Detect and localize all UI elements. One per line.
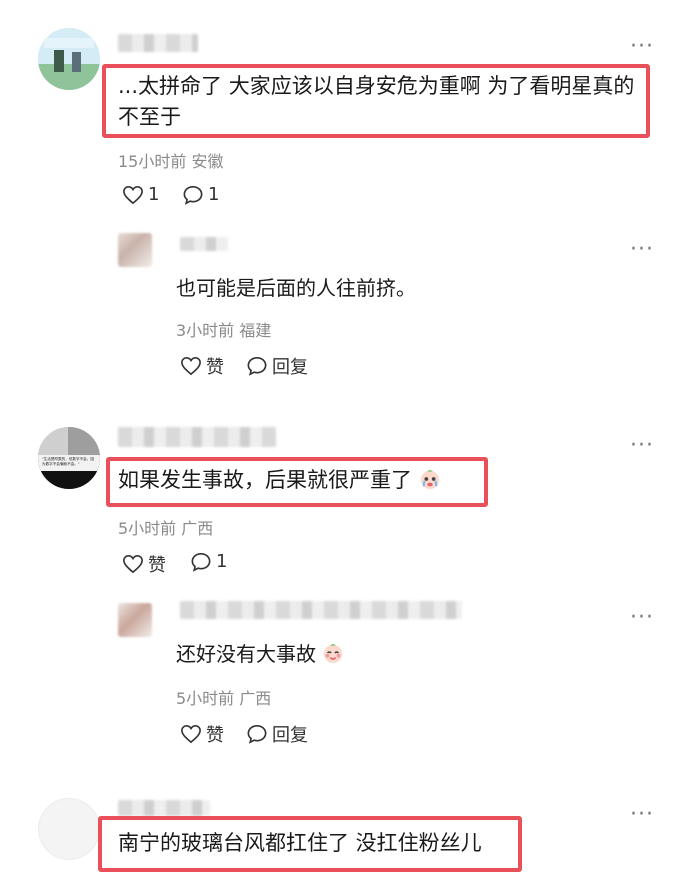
comment-meta: 5小时前 广西 [118, 519, 214, 538]
heart-icon [123, 185, 143, 204]
reply-label: 回复 [272, 357, 308, 378]
avatar[interactable] [118, 233, 152, 267]
comment-bubble-icon [247, 724, 267, 744]
reply-label: 回复 [272, 725, 308, 746]
avatar[interactable] [38, 28, 100, 90]
reply-button[interactable]: 回复 [246, 353, 308, 379]
heart-icon [181, 356, 201, 376]
reply-2: ··· 还好没有大事故 5小时前 广西 赞 回复 [0, 595, 681, 765]
like-button[interactable]: 赞 [180, 353, 224, 379]
comment-1: ··· ...太拼命了 大家应该以自身安危为重啊 为了看明星真的不至于 15小时… [0, 0, 681, 215]
avatar[interactable] [38, 798, 100, 860]
like-button[interactable]: 1 [122, 184, 159, 205]
reply-1: ··· 也可能是后面的人往前挤。 3小时前 福建 赞 回复 [0, 225, 681, 395]
more-options-icon[interactable]: ··· [630, 435, 654, 457]
username-blurred[interactable] [118, 34, 198, 52]
reply-button[interactable]: 1 [190, 551, 227, 572]
avatar-caption: "生活是附属的，但数字不会。因为数字不会骗我不会。" [42, 457, 94, 466]
more-options-icon[interactable]: ··· [630, 239, 654, 261]
avatar[interactable] [118, 603, 152, 637]
username-blurred[interactable] [118, 427, 276, 447]
like-button[interactable]: 赞 [180, 721, 224, 747]
more-options-icon[interactable]: ··· [630, 36, 654, 58]
comment-text-wrap: 如果发生事故，后果就很严重了 [118, 465, 441, 496]
username-blurred[interactable] [180, 237, 228, 251]
avatar[interactable]: "生活是附属的，但数字不会。因为数字不会骗我不会。" [38, 427, 100, 489]
more-options-icon[interactable]: ··· [630, 607, 654, 629]
username-blurred[interactable] [180, 601, 462, 619]
avatar-image [38, 28, 100, 90]
comment-text: ...太拼命了 大家应该以自身安危为重啊 为了看明星真的不至于 [118, 74, 635, 129]
reply-text: 也可能是后面的人往前挤。 [176, 276, 416, 300]
reply-meta: 3小时前 福建 [176, 321, 272, 340]
like-button[interactable]: 赞 [122, 551, 166, 577]
username-blurred[interactable] [118, 800, 210, 816]
reply-button[interactable]: 回复 [246, 721, 308, 747]
more-options-icon[interactable]: ··· [630, 804, 654, 826]
crying-face-emoji-icon [420, 469, 439, 490]
comment-bubble-icon [183, 185, 203, 205]
comment-bubble-icon [247, 356, 267, 376]
reply-count: 1 [216, 551, 228, 572]
blushing-face-emoji-icon [324, 643, 343, 664]
comment-bubble-icon [191, 552, 211, 572]
heart-icon [181, 724, 201, 744]
reply-count: 1 [208, 184, 220, 205]
comment-meta: 15小时前 安徽 [118, 152, 224, 171]
reply-text-wrap: 还好没有大事故 [176, 639, 344, 670]
reply-text: 还好没有大事故 [176, 642, 316, 666]
comment-text: 如果发生事故，后果就很严重了 [118, 468, 412, 492]
comment-text: 南宁的玻璃台风都扛住了 没扛住粉丝儿 [118, 831, 482, 855]
reply-meta: 5小时前 广西 [176, 689, 272, 708]
like-label: 赞 [206, 725, 224, 746]
comment-2: "生活是附属的，但数字不会。因为数字不会骗我不会。" ··· 如果发生事故，后果… [0, 415, 681, 590]
like-count: 1 [148, 184, 160, 205]
reply-button[interactable]: 1 [182, 184, 219, 205]
heart-icon [123, 554, 143, 574]
like-label: 赞 [148, 555, 166, 576]
like-label: 赞 [206, 357, 224, 378]
comment-3: ··· 南宁的玻璃台风都扛住了 没扛住粉丝儿 [0, 790, 681, 872]
